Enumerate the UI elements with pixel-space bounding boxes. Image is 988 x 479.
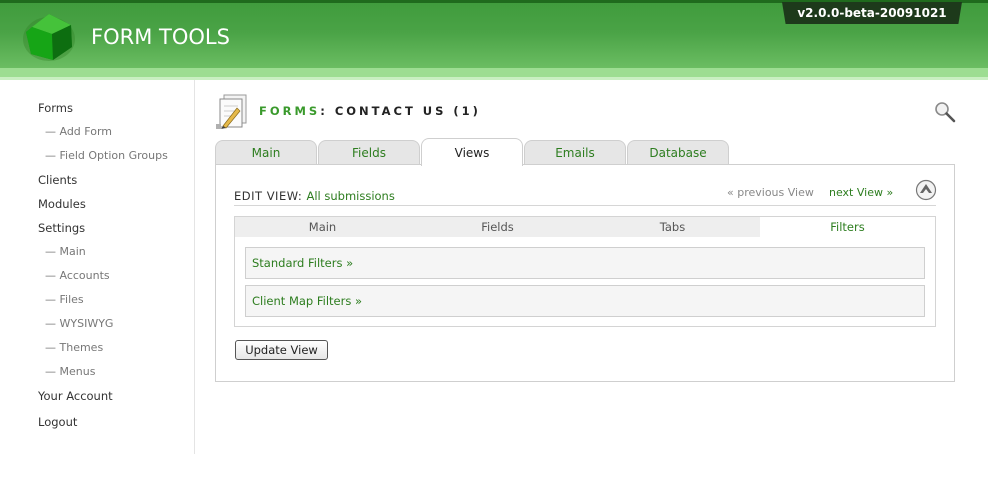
form-tools-logo-icon[interactable] — [22, 12, 76, 62]
subtab-fields[interactable]: Fields — [410, 217, 585, 237]
edit-view-heading: EDIT VIEW: All submissions — [234, 189, 395, 203]
sidebar-item-clients[interactable]: Clients — [38, 173, 77, 187]
edit-view-divider — [234, 205, 936, 206]
sidebar-item-themes[interactable]: — Themes — [45, 341, 103, 354]
forms-icon — [216, 94, 247, 129]
subtab-filters[interactable]: Filters — [760, 217, 935, 237]
sidebar-item-menus[interactable]: — Menus — [45, 365, 95, 378]
app-title: FORM TOOLS — [91, 25, 230, 49]
sidebar-item-modules[interactable]: Modules — [38, 197, 86, 211]
page-title-form-name: : CONTACT US (1) — [320, 104, 481, 118]
sidebar-item-settings[interactable]: Settings — [38, 221, 85, 235]
standard-filters-link[interactable]: Standard Filters » — [245, 247, 925, 279]
next-view-link[interactable]: next View » — [829, 186, 893, 199]
tab-database[interactable]: Database — [627, 140, 729, 165]
version-badge: v2.0.0-beta-20091021 — [782, 2, 962, 24]
sidebar-item-forms[interactable]: Forms — [38, 101, 73, 115]
edit-view-label: EDIT VIEW: — [234, 189, 303, 203]
sidebar-item-field-option-groups[interactable]: — Field Option Groups — [45, 149, 168, 162]
tab-views[interactable]: Views — [421, 138, 523, 166]
sidebar-item-files[interactable]: — Files — [45, 293, 84, 306]
edit-view-name: All submissions — [306, 189, 395, 203]
search-icon[interactable] — [933, 100, 957, 124]
sidebar-item-wysiwyg[interactable]: — WYSIWYG — [45, 317, 113, 330]
sidebar-item-add-form[interactable]: — Add Form — [45, 125, 112, 138]
subtab-main[interactable]: Main — [235, 217, 410, 237]
page-title-section: FORMS — [259, 104, 321, 118]
header-bottom-stripe — [0, 68, 988, 77]
subtab-tabs[interactable]: Tabs — [585, 217, 760, 237]
up-arrow-icon[interactable] — [915, 179, 937, 201]
page-title: FORMS: CONTACT US (1) — [259, 104, 481, 118]
tab-main[interactable]: Main — [215, 140, 317, 165]
tab-emails[interactable]: Emails — [524, 140, 626, 165]
sidebar-item-logout[interactable]: Logout — [38, 415, 77, 429]
previous-view-link[interactable]: « previous View — [727, 186, 814, 199]
sidebar-item-your-account[interactable]: Your Account — [38, 389, 113, 403]
client-map-filters-link[interactable]: Client Map Filters » — [245, 285, 925, 317]
tab-fields[interactable]: Fields — [318, 140, 420, 165]
sidebar-item-accounts[interactable]: — Accounts — [45, 269, 110, 282]
sidebar-item-settings-main[interactable]: — Main — [45, 245, 86, 258]
update-view-button[interactable]: Update View — [235, 340, 328, 360]
